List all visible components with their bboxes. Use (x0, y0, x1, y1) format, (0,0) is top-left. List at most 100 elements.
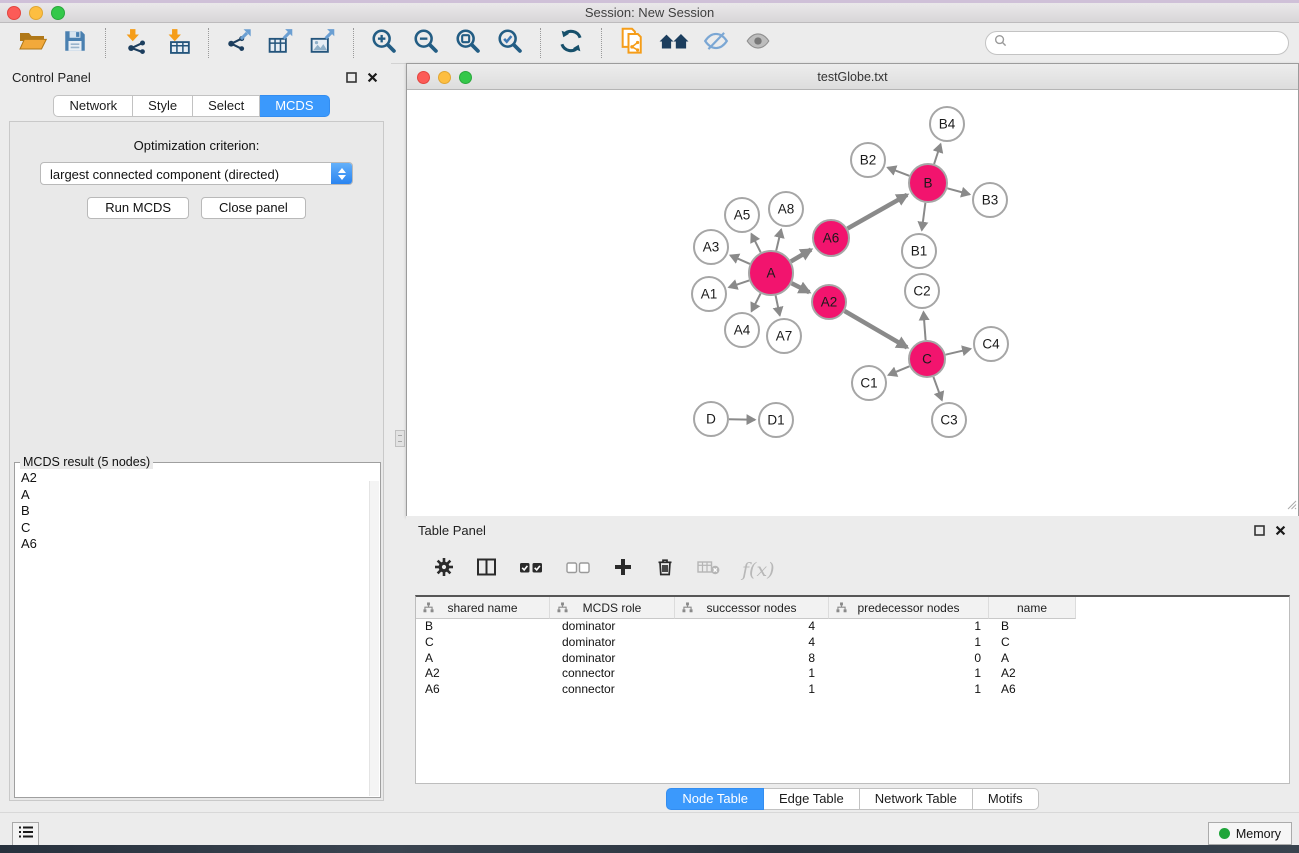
mcds-result-item[interactable]: B (21, 503, 374, 520)
graph-node-A8[interactable]: A8 (769, 192, 803, 226)
table-cell[interactable]: B (416, 619, 550, 635)
zoom-network-window-button[interactable] (459, 71, 472, 84)
resize-grip-icon[interactable] (1284, 497, 1297, 515)
graph-node-A4[interactable]: A4 (725, 313, 759, 347)
table-cell[interactable]: 8 (675, 651, 829, 667)
table-cell[interactable]: 1 (675, 666, 829, 682)
search-field[interactable] (985, 31, 1289, 55)
graph-edge-A6-B[interactable] (848, 195, 908, 229)
mcds-result-item[interactable]: C (21, 520, 374, 537)
graph-edge-C-C3[interactable] (933, 377, 942, 400)
graph-node-B[interactable]: B (909, 164, 947, 202)
graph-edge-A-A5[interactable] (751, 234, 760, 253)
table-row[interactable]: A2connector11A2 (416, 666, 1289, 682)
table-cell[interactable]: 1 (829, 682, 989, 698)
table-cell[interactable]: dominator (550, 651, 675, 667)
home-view-button[interactable] (656, 26, 692, 60)
graph-edge-B-B1[interactable] (922, 203, 926, 230)
run-mcds-button[interactable]: Run MCDS (87, 197, 189, 219)
table-cell[interactable]: A2 (416, 666, 550, 682)
graph-node-C[interactable]: C (909, 341, 945, 377)
export-image-button[interactable] (305, 26, 341, 60)
graph-node-C3[interactable]: C3 (932, 403, 966, 437)
result-scrollbar[interactable] (369, 481, 379, 796)
save-session-button[interactable] (57, 26, 93, 60)
zoom-fit-button[interactable] (450, 26, 486, 60)
table-cell[interactable]: C (989, 635, 1076, 651)
show-all-button[interactable] (740, 26, 776, 60)
table-cell[interactable]: connector (550, 666, 675, 682)
network-graph[interactable]: AA1A2A3A4A5A6A7A8BB1B2B3B4CC1C2C3C4DD1 (407, 90, 1296, 515)
table-cell[interactable]: connector (550, 682, 675, 698)
graph-node-A3[interactable]: A3 (694, 230, 728, 264)
graph-edge-C-C1[interactable] (888, 366, 909, 375)
zoom-out-button[interactable] (408, 26, 444, 60)
zoom-in-button[interactable] (366, 26, 402, 60)
table-cell[interactable]: dominator (550, 619, 675, 635)
graph-edge-A-A3[interactable] (730, 255, 750, 264)
open-session-button[interactable] (15, 26, 51, 60)
graph-node-C2[interactable]: C2 (905, 274, 939, 308)
graph-edge-A-A1[interactable] (729, 280, 749, 287)
tab-edge-table[interactable]: Edge Table (764, 788, 860, 810)
table-cell[interactable]: 0 (829, 651, 989, 667)
float-panel-icon[interactable] (344, 70, 358, 84)
split-panel-button[interactable] (476, 557, 497, 582)
table-cell[interactable]: 1 (829, 619, 989, 635)
add-column-button[interactable] (613, 557, 633, 582)
import-table-button[interactable] (160, 26, 196, 60)
close-panel-icon[interactable] (365, 70, 379, 84)
table-cell[interactable]: A (416, 651, 550, 667)
graph-edge-A-A8[interactable] (776, 229, 781, 250)
close-window-button[interactable] (7, 6, 21, 20)
memory-button[interactable]: Memory (1208, 822, 1292, 845)
column-header-shared-name[interactable]: shared name (416, 597, 550, 619)
column-header-name[interactable]: name (989, 597, 1076, 619)
criterion-dropdown[interactable]: largest connected component (directed) (40, 162, 353, 185)
table-cell[interactable]: A6 (989, 682, 1076, 698)
zoom-selected-button[interactable] (492, 26, 528, 60)
table-cell[interactable]: 4 (675, 619, 829, 635)
select-all-button[interactable] (519, 560, 544, 580)
refresh-view-button[interactable] (553, 26, 589, 60)
column-header-predecessor-nodes[interactable]: predecessor nodes (829, 597, 989, 619)
horizontal-splitter-handle[interactable] (395, 430, 405, 447)
table-cell[interactable]: 1 (829, 635, 989, 651)
mcds-result-item[interactable]: A2 (21, 470, 374, 487)
graph-edge-A-A6[interactable] (791, 250, 811, 262)
import-network-button[interactable] (118, 26, 154, 60)
graph-edge-A-A4[interactable] (752, 294, 761, 312)
zoom-window-button[interactable] (51, 6, 65, 20)
minimize-window-button[interactable] (29, 6, 43, 20)
graph-node-D[interactable]: D (694, 402, 728, 436)
close-table-panel-icon[interactable] (1273, 523, 1287, 537)
deselect-all-button[interactable] (566, 560, 591, 580)
graph-node-B1[interactable]: B1 (902, 234, 936, 268)
tab-network[interactable]: Network (53, 95, 133, 117)
search-input[interactable] (1012, 35, 1288, 51)
delete-column-button[interactable] (655, 557, 675, 582)
delete-table-button[interactable] (697, 559, 720, 580)
graph-node-A6[interactable]: A6 (813, 220, 849, 256)
graph-edge-A2-C[interactable] (845, 311, 908, 347)
table-row[interactable]: Adominator80A (416, 651, 1289, 667)
graph-edge-C-C2[interactable] (924, 312, 926, 340)
mcds-result-item[interactable]: A (21, 487, 374, 504)
table-cell[interactable]: 1 (829, 666, 989, 682)
table-cell[interactable]: dominator (550, 635, 675, 651)
mcds-result-item[interactable]: A6 (21, 536, 374, 553)
table-cell[interactable]: A2 (989, 666, 1076, 682)
graph-edge-A-A7[interactable] (776, 296, 780, 316)
function-builder-button[interactable]: f(x) (742, 559, 775, 581)
graph-node-B2[interactable]: B2 (851, 143, 885, 177)
table-row[interactable]: A6connector11A6 (416, 682, 1289, 698)
table-cell[interactable]: A (989, 651, 1076, 667)
float-table-panel-icon[interactable] (1252, 523, 1266, 537)
table-cell[interactable]: 4 (675, 635, 829, 651)
tab-node-table[interactable]: Node Table (666, 788, 764, 810)
copy-network-button[interactable] (614, 26, 650, 60)
table-cell[interactable]: 1 (675, 682, 829, 698)
column-header-successor-nodes[interactable]: successor nodes (675, 597, 829, 619)
network-canvas[interactable]: AA1A2A3A4A5A6A7A8BB1B2B3B4CC1C2C3C4DD1 (407, 90, 1298, 516)
graph-node-A7[interactable]: A7 (767, 319, 801, 353)
